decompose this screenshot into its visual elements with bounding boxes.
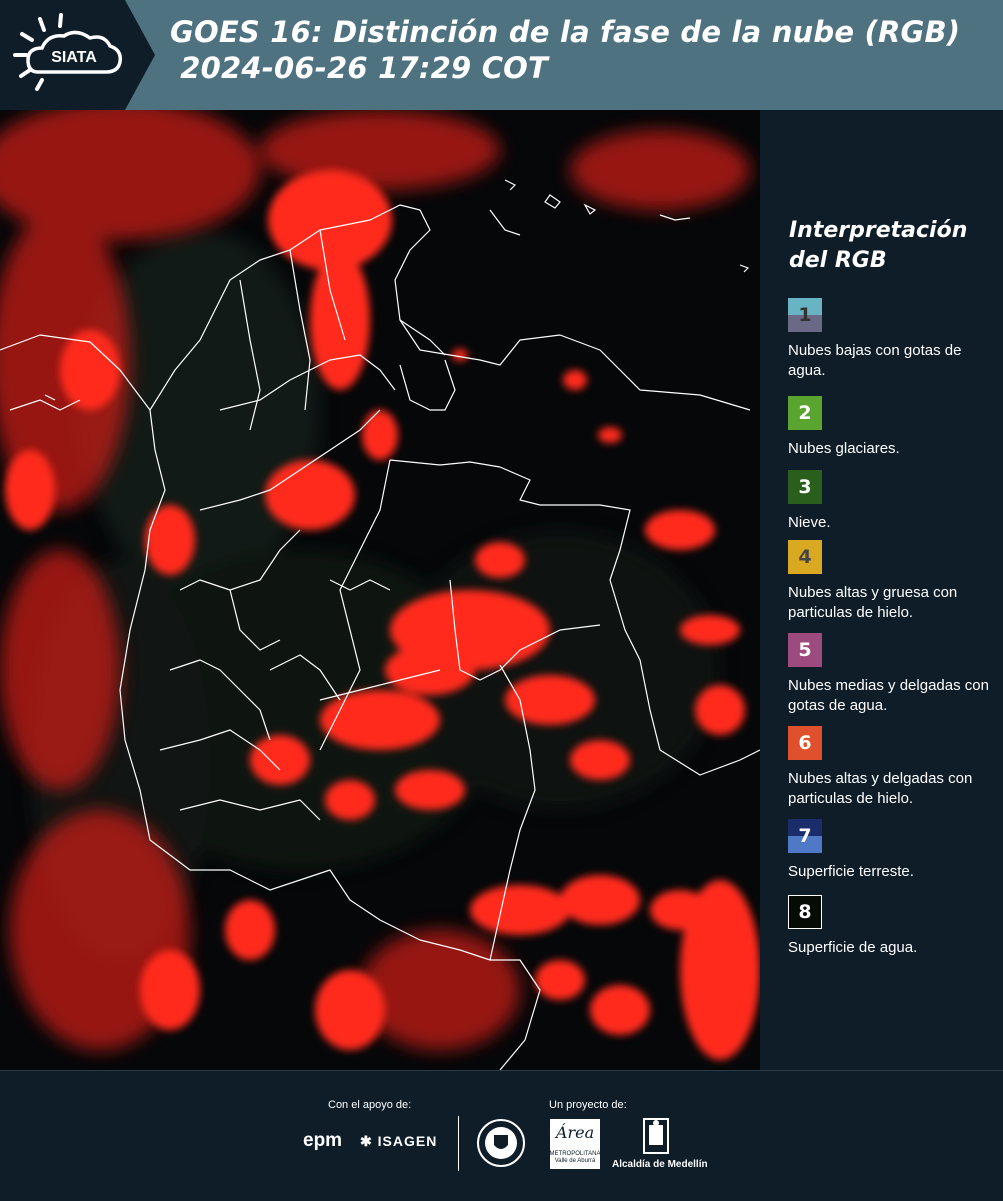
- area-metropolitana-title: Área: [555, 1123, 595, 1142]
- area-metropolitana-subtitle: METROPOLITANA Valle de Aburrá: [549, 1151, 601, 1164]
- title-line-2: 2024-06-26 17:29 COT: [170, 51, 549, 85]
- legend-item-label: Nubes glaciares.: [788, 440, 900, 457]
- legend-item-1: 1 Nubes bajas con gotas de agua.: [788, 298, 1003, 381]
- legend-item-5: 5 Nubes medias y delgadas con gotas de a…: [788, 633, 1003, 716]
- legend-title-line-2: del RGB: [789, 248, 887, 273]
- legend-swatch-6: 6: [788, 726, 822, 760]
- siata-logo-text: SIATA: [51, 49, 97, 66]
- legend-swatch-number: 2: [798, 402, 812, 424]
- legend-item-label: Nubes altas y delgadas con particulas de…: [788, 770, 973, 807]
- legend-swatch-1: 1: [788, 298, 822, 332]
- title-line-1: GOES 16: Distinción de la fase de la nub…: [170, 15, 961, 49]
- header-bar: SIATA GOES 16: Distinción de la fase de …: [0, 0, 1003, 110]
- isagen-label: ISAGEN: [377, 1133, 438, 1149]
- legend-swatch-4: 4: [788, 540, 822, 574]
- legend-item-label: Superficie terreste.: [788, 863, 914, 880]
- project-label: Un proyecto de:: [549, 1099, 627, 1111]
- university-seal-icon: [477, 1119, 525, 1167]
- footer-bar: Con el apoyo de: Un proyecto de: epm ✱ I…: [0, 1070, 1003, 1201]
- legend-swatch-2: 2: [788, 396, 822, 430]
- legend-swatch-number: 8: [798, 901, 812, 923]
- legend-panel: Interpretación del RGB 1 Nubes bajas con…: [760, 110, 1003, 1070]
- legend-swatch-number: 6: [798, 732, 812, 754]
- alcaldia-medellin-label: Alcaldía de Medellín: [612, 1159, 708, 1170]
- legend-swatch-3: 3: [788, 470, 822, 504]
- legend-item-2: 2 Nubes glaciares.: [788, 396, 1003, 459]
- satellite-map: [0, 110, 760, 1070]
- legend-item-6: 6 Nubes altas y delgadas con particulas …: [788, 726, 1003, 809]
- page-title: GOES 16: Distinción de la fase de la nub…: [170, 14, 960, 86]
- legend-item-8: 8 Superficie de agua.: [788, 895, 1003, 958]
- siata-logo: SIATA: [0, 0, 155, 110]
- isagen-logo: ✱ ISAGEN: [360, 1133, 437, 1150]
- footer-divider: [458, 1116, 459, 1171]
- legend-item-7: 7 Superficie terreste.: [788, 819, 1003, 882]
- support-label: Con el apoyo de:: [328, 1099, 412, 1111]
- legend-swatch-number: 5: [798, 639, 812, 661]
- legend-item-label: Nubes bajas con gotas de agua.: [788, 342, 962, 379]
- legend-title-line-1: Interpretación: [789, 218, 968, 243]
- legend-swatch-7: 7: [788, 819, 822, 853]
- legend-swatch-number: 1: [798, 304, 812, 326]
- legend-item-3: 3 Nieve.: [788, 470, 1003, 533]
- medellin-emblem-icon: [643, 1118, 669, 1154]
- legend-swatch-5: 5: [788, 633, 822, 667]
- legend-item-label: Nubes medias y delgadas con gotas de agu…: [788, 677, 989, 714]
- legend-swatch-number: 4: [798, 546, 812, 568]
- legend-swatch-number: 3: [798, 476, 812, 498]
- legend-item-4: 4 Nubes altas y gruesa con particulas de…: [788, 540, 1003, 623]
- legend-item-label: Nubes altas y gruesa con particulas de h…: [788, 584, 958, 621]
- legend-title: Interpretación del RGB: [789, 216, 967, 276]
- epm-logo: epm: [303, 1130, 343, 1151]
- isagen-star-icon: ✱: [360, 1133, 373, 1149]
- legend-item-label: Nieve.: [788, 514, 831, 531]
- legend-swatch-number: 7: [798, 825, 812, 847]
- legend-swatch-8: 8: [788, 895, 822, 929]
- legend-item-label: Superficie de agua.: [788, 939, 918, 956]
